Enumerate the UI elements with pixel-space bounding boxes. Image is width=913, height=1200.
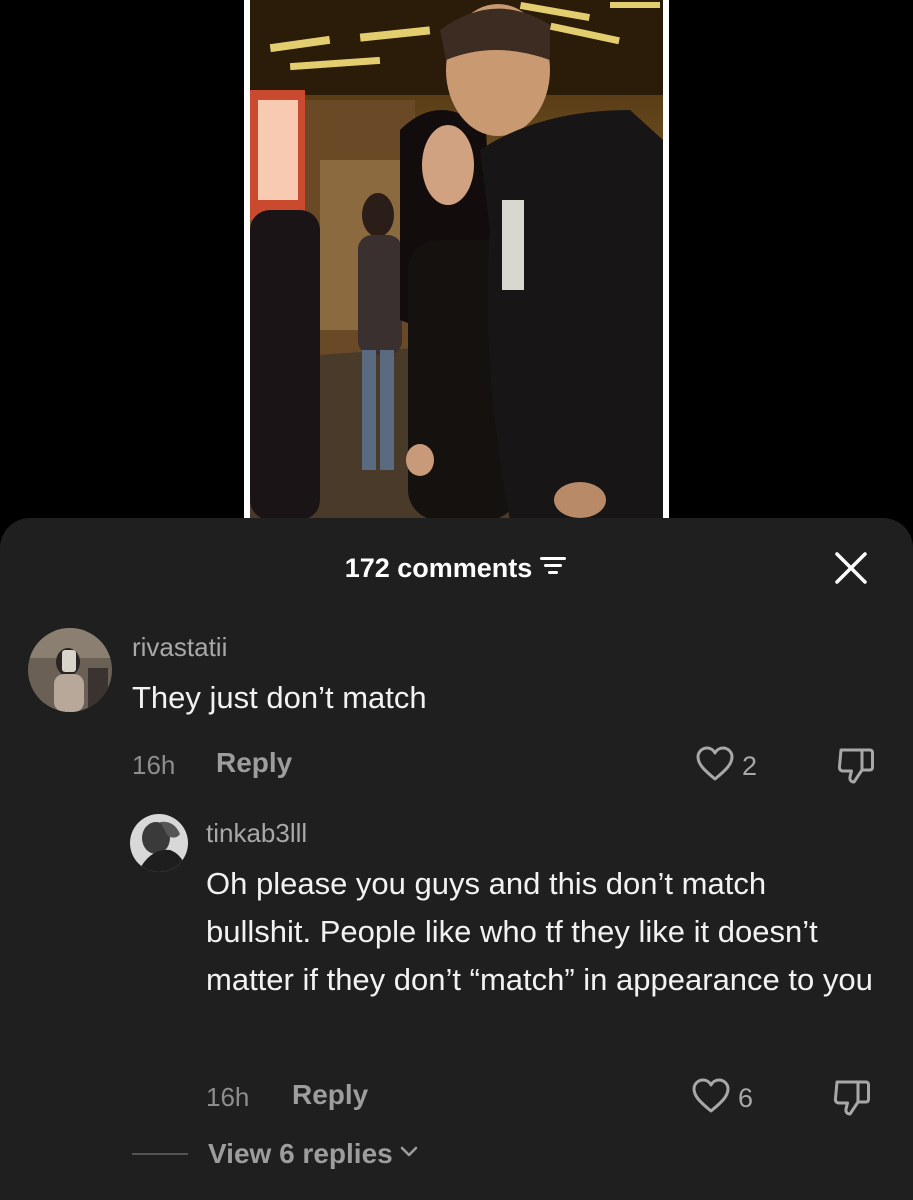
view-replies-label: View 6 replies xyxy=(208,1138,393,1169)
view-replies-button[interactable]: View 6 replies xyxy=(132,1138,419,1170)
chevron-down-icon xyxy=(399,1145,419,1164)
avatar[interactable] xyxy=(130,814,188,872)
thumbs-down-icon[interactable] xyxy=(836,746,876,791)
avatar[interactable] xyxy=(28,628,112,712)
reply-button[interactable]: Reply xyxy=(292,1079,368,1111)
comments-count: 172 comments xyxy=(344,552,533,583)
comment-timestamp: 16h xyxy=(132,750,176,780)
video-frame-image xyxy=(250,0,663,520)
close-icon[interactable] xyxy=(833,550,869,586)
sort-icon[interactable] xyxy=(540,555,568,582)
like-count: 2 xyxy=(742,751,758,781)
comment-text: They just don’t match xyxy=(132,680,427,715)
video-scene xyxy=(250,0,663,520)
comments-sheet: 172 comments rivastatii They just don’t … xyxy=(0,518,913,1200)
like-count: 6 xyxy=(738,1083,754,1113)
comment-username[interactable]: rivastatii xyxy=(132,632,227,663)
comment-text: Oh please you guys and this don’t match … xyxy=(206,866,873,997)
comment-timestamp: 16h xyxy=(206,1082,250,1112)
video-player[interactable] xyxy=(244,0,669,520)
like-button[interactable]: 2 xyxy=(696,746,757,787)
like-button[interactable]: 6 xyxy=(692,1078,753,1119)
heart-icon xyxy=(696,746,734,787)
comment-username[interactable]: tinkab3lll xyxy=(206,818,307,849)
heart-icon xyxy=(692,1078,730,1119)
comments-header: 172 comments xyxy=(0,546,913,590)
reply-button[interactable]: Reply xyxy=(216,747,292,779)
divider xyxy=(132,1153,188,1155)
thumbs-down-icon[interactable] xyxy=(832,1078,872,1123)
